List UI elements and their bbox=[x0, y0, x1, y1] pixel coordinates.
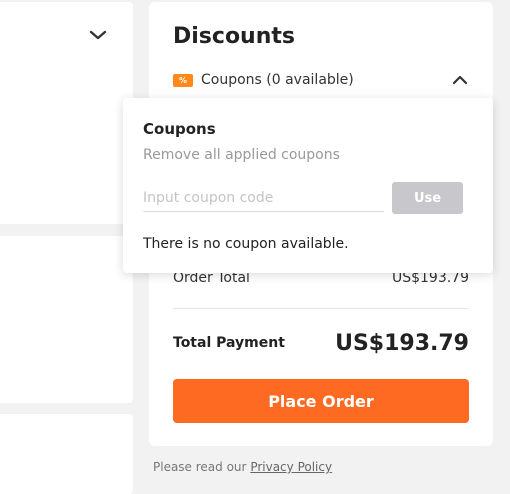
total-payment-label: Total Payment bbox=[173, 335, 285, 351]
total-payment-row: Total Payment US$193.79 bbox=[173, 326, 469, 360]
chevron-up-icon[interactable] bbox=[451, 73, 469, 87]
popup-title: Coupons bbox=[143, 120, 216, 138]
coupon-tag-icon: % bbox=[173, 73, 193, 87]
remove-all-coupons-link[interactable]: Remove all applied coupons bbox=[143, 147, 340, 163]
place-order-button[interactable]: Place Order bbox=[173, 379, 469, 423]
privacy-policy-link[interactable]: Privacy Policy bbox=[250, 460, 332, 474]
divider bbox=[173, 308, 469, 309]
coupons-row-label: Coupons (0 available) bbox=[201, 72, 354, 88]
chevron-up-icon-svg bbox=[452, 75, 468, 85]
coupons-toggle-row[interactable]: % Coupons (0 available) bbox=[173, 70, 469, 90]
coupons-popup: Coupons Remove all applied coupons Use T… bbox=[123, 98, 493, 273]
discounts-title: Discounts bbox=[173, 24, 295, 49]
coupon-code-input[interactable] bbox=[143, 184, 384, 212]
privacy-notice: Please read our Privacy Policy bbox=[153, 460, 332, 474]
left-panel-card bbox=[0, 236, 133, 403]
chevron-down-icon[interactable] bbox=[88, 28, 108, 42]
no-coupon-message: There is no coupon available. bbox=[143, 236, 349, 252]
left-panel-card bbox=[0, 414, 133, 494]
use-coupon-button[interactable]: Use bbox=[392, 182, 463, 214]
total-payment-value: US$193.79 bbox=[335, 330, 469, 356]
privacy-prefix: Please read our bbox=[153, 460, 247, 474]
chevron-down-icon-svg bbox=[89, 30, 107, 40]
left-panel-card bbox=[0, 2, 133, 224]
